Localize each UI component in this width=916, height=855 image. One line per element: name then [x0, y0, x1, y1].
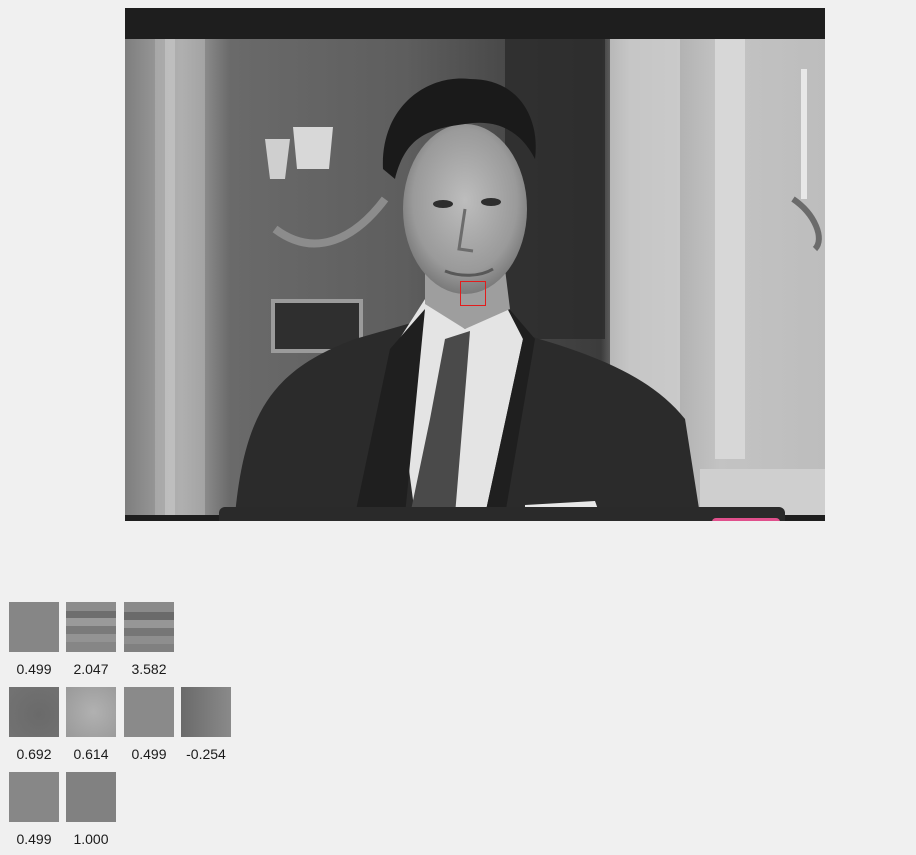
patch-value: 0.614 — [73, 746, 109, 762]
patch-cell: 1.000 — [62, 772, 122, 847]
patch-value: 2.047 — [73, 661, 109, 677]
patch-swatch — [66, 687, 116, 737]
patch-swatch — [9, 772, 59, 822]
patch-value: 3.582 — [131, 661, 167, 677]
patch-swatch — [66, 772, 116, 822]
patch-value: 0.499 — [131, 746, 167, 762]
video-frame-image — [125, 39, 825, 515]
patch-cell: 2.047 — [62, 602, 122, 677]
patch-cell: 0.614 — [62, 687, 122, 762]
patch-cell: -0.254 — [177, 687, 237, 762]
patch-value: -0.254 — [186, 746, 226, 762]
patch-value: 0.499 — [16, 831, 52, 847]
patch-cell: 0.499 — [5, 602, 65, 677]
video-player[interactable] — [125, 8, 825, 521]
video-controls-bar[interactable] — [219, 507, 785, 521]
patch-swatch — [9, 687, 59, 737]
video-frame — [125, 39, 825, 515]
progress-marker[interactable] — [712, 518, 780, 521]
patch-swatch — [9, 602, 59, 652]
patch-swatch — [124, 602, 174, 652]
patch-swatch — [181, 687, 231, 737]
patch-swatch — [124, 687, 174, 737]
roi-selection-box[interactable] — [460, 281, 486, 306]
patch-swatch — [66, 602, 116, 652]
patch-cell: 0.692 — [5, 687, 65, 762]
patch-cell: 3.582 — [120, 602, 180, 677]
patch-value: 1.000 — [73, 831, 109, 847]
patch-value: 0.692 — [16, 746, 52, 762]
patch-cell: 0.499 — [120, 687, 180, 762]
patch-cell: 0.499 — [5, 772, 65, 847]
patch-value: 0.499 — [16, 661, 52, 677]
